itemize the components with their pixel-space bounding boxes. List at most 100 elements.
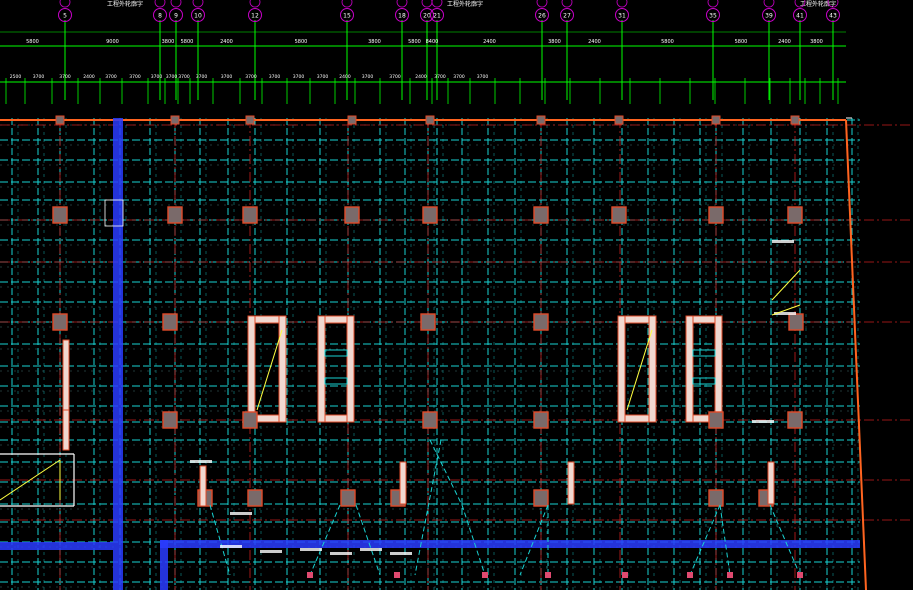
axis-label: 27 (563, 13, 571, 20)
axis-bubble-upper (421, 0, 433, 8)
top-note: 工程外轮廓字 (107, 0, 143, 8)
column (162, 313, 178, 331)
column-perimeter (245, 115, 255, 125)
column (167, 206, 183, 224)
dimension-text: 2500 (10, 74, 22, 80)
annotation-tick (390, 552, 412, 555)
member-node (394, 572, 400, 578)
axis-bubble-upper (59, 0, 71, 8)
dimension-text: 3800 (810, 39, 823, 45)
dimension-text: 3700 (477, 74, 489, 80)
column (708, 489, 724, 507)
member-node (545, 572, 551, 578)
annotation-tick (360, 548, 382, 551)
axis-label: 20 (423, 13, 431, 20)
column-perimeter (347, 115, 357, 125)
dimension-text: 3700 (434, 74, 446, 80)
axis-bubble-upper (616, 0, 628, 8)
dimension-text: 2400 (339, 74, 351, 80)
core-wall-left (685, 315, 694, 423)
dimension-text: 3700 (317, 74, 329, 80)
core-wall-left (617, 315, 626, 423)
member-node (307, 572, 313, 578)
axis-bubble-upper (536, 0, 548, 8)
annotation-tick (190, 460, 212, 463)
axis-label: 8 (158, 13, 162, 20)
core-wall-right (714, 315, 723, 423)
dimension-text: 2400 (220, 39, 233, 45)
axis-label: 21 (433, 13, 441, 20)
annotation-tick (772, 240, 794, 243)
dimension-text: 5800 (26, 39, 39, 45)
column (422, 206, 438, 224)
column (533, 489, 549, 507)
dimension-text: 3700 (221, 74, 233, 80)
column (787, 411, 803, 429)
stair-landing (324, 349, 348, 357)
column (162, 411, 178, 429)
axis-bubble-upper (707, 0, 719, 8)
blue-band-horizontal (160, 540, 860, 548)
axis-bubble-upper (154, 0, 166, 8)
member-node (482, 572, 488, 578)
dimension-text: 3700 (269, 74, 281, 80)
axis-label: 15 (343, 13, 351, 20)
annotation-tick (752, 420, 774, 423)
dimension-text: 3700 (293, 74, 305, 80)
core-wall-right (346, 315, 355, 423)
top-note: 工程外轮廓字 (447, 0, 483, 8)
axis-bubble-upper (249, 0, 261, 8)
structural-grid (0, 118, 860, 590)
column (708, 206, 724, 224)
dimension-text: 3700 (105, 74, 117, 80)
column-perimeter (536, 115, 546, 125)
column (52, 206, 68, 224)
dimension-text: 2400 (83, 74, 95, 80)
member-node (797, 572, 803, 578)
column (52, 313, 68, 331)
wall-stub (199, 465, 207, 507)
column-perimeter (425, 115, 435, 125)
axis-label: 18 (398, 13, 406, 20)
core-wall-left (317, 315, 326, 423)
stair-line (771, 269, 801, 316)
annotation-tick (300, 548, 322, 551)
dimension-text: 2400 (588, 39, 601, 45)
column-perimeter (55, 115, 65, 125)
column-perimeter (711, 115, 721, 125)
member-node (727, 572, 733, 578)
column-perimeter (614, 115, 624, 125)
dimension-text: 3700 (362, 74, 374, 80)
column (242, 411, 258, 429)
core-wall-left (247, 315, 256, 423)
dimension-text: 5800 (181, 39, 194, 45)
dimension-text: 2400 (778, 39, 791, 45)
dimension-text: 3700 (178, 74, 190, 80)
blue-duct-band (0, 118, 860, 590)
blue-band-branch (160, 540, 168, 590)
dimension-text: 2400 (483, 39, 496, 45)
outline-right (845, 119, 867, 590)
wall-stub (62, 409, 70, 451)
dimension-text: 3700 (151, 74, 163, 80)
dimension-text: 9000 (106, 39, 119, 45)
annotation-tick (330, 552, 352, 555)
stair-landing (324, 377, 348, 385)
dimension-text: 3700 (453, 74, 465, 80)
dimension-text: 3700 (59, 74, 71, 80)
member-node (622, 572, 628, 578)
dimension-text: 3700 (166, 74, 178, 80)
axis-label: 43 (829, 13, 837, 20)
column (533, 411, 549, 429)
axis-bubble-upper (170, 0, 182, 8)
wall-stub (567, 461, 575, 505)
axis-label: 31 (618, 13, 626, 20)
axis-bubble-upper (396, 0, 408, 8)
axis-label: 12 (251, 13, 259, 20)
axis-label: 39 (765, 13, 773, 20)
column (533, 313, 549, 331)
dimension-lines: 5800 9000 3800 5800 2400 5800 3800 5800 8400 2400… (0, 20, 846, 104)
wall-stub (399, 461, 407, 505)
column (422, 411, 438, 429)
dimension-text: 3700 (33, 74, 45, 80)
